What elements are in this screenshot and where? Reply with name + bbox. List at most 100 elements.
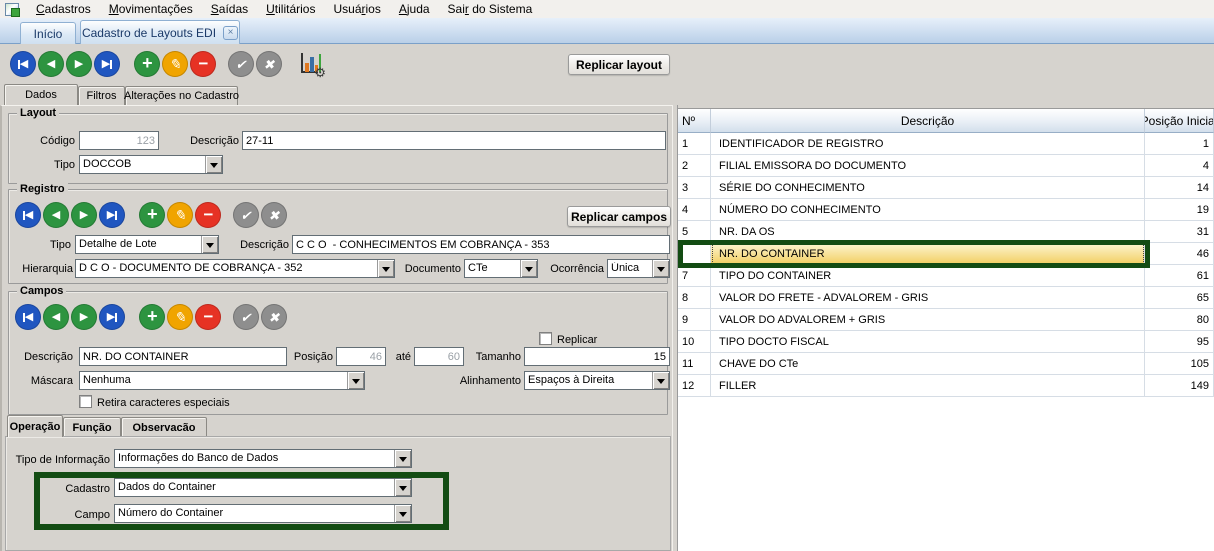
dropdown-arrow-icon[interactable] (520, 260, 537, 277)
menu-saidas[interactable]: Saídas (202, 0, 257, 18)
grid-header-descricao[interactable]: Descrição (711, 109, 1145, 133)
chart-settings-icon[interactable]: ⚙ (298, 51, 324, 77)
replicar-checkbox[interactable] (539, 332, 552, 345)
grid-header-posicao-inicial[interactable]: Posição Inicial (1145, 109, 1214, 133)
layout-tipo-label: Tipo (21, 157, 75, 173)
registro-next-button[interactable]: ▶ (71, 202, 97, 228)
dropdown-arrow-icon[interactable] (347, 372, 364, 389)
dropdown-arrow-icon[interactable] (201, 236, 218, 253)
registro-cancel-button[interactable]: ✖ (261, 202, 287, 228)
registro-first-button[interactable]: ◀ (15, 202, 41, 228)
add-record-button[interactable]: + (134, 51, 160, 77)
registro-delete-button[interactable]: − (195, 202, 221, 228)
grid-row-9[interactable]: 9 VALOR DO ADVALOREM + GRIS 80 (678, 309, 1214, 331)
registro-descricao-field[interactable] (292, 235, 670, 254)
layout-tipo-select[interactable]: DOCCOB (79, 155, 223, 174)
grid-row-12[interactable]: 12 FILLER 149 (678, 375, 1214, 397)
tab-filtros[interactable]: Filtros (78, 86, 125, 105)
tab-alteracoes-no-cadastro[interactable]: Alterações no Cadastro (125, 86, 238, 105)
campos-first-button[interactable]: ◀ (15, 304, 41, 330)
tab-dados[interactable]: Dados (4, 84, 78, 105)
grid-row-3[interactable]: 3 SÉRIE DO CONHECIMENTO 14 (678, 177, 1214, 199)
replicar-checkbox-label: Replicar (557, 332, 617, 348)
registro-last-button[interactable]: ▶ (99, 202, 125, 228)
app-icon (5, 3, 19, 16)
dropdown-arrow-icon[interactable] (377, 260, 394, 277)
grid-row-11[interactable]: 11 CHAVE DO CTe 105 (678, 353, 1214, 375)
grid-row-4[interactable]: 4 NÚMERO DO CONHECIMENTO 19 (678, 199, 1214, 221)
tab-inicio[interactable]: Início (20, 22, 76, 44)
grid-row-2[interactable]: 2 FILIAL EMISSORA DO DOCUMENTO 4 (678, 155, 1214, 177)
menu-bar: Cadastros Movimentações Saídas Utilitári… (0, 0, 1214, 18)
replicar-campos-button[interactable]: Replicar campos (567, 206, 671, 227)
tamanho-field[interactable] (524, 347, 670, 366)
campo-descricao-field[interactable] (79, 347, 287, 366)
grid-header-numero[interactable]: Nº (678, 109, 711, 133)
tipo-informacao-select[interactable]: Informações do Banco de Dados (114, 449, 412, 468)
dropdown-arrow-icon[interactable] (394, 479, 411, 496)
documento-select[interactable]: CTe (464, 259, 538, 278)
dropdown-arrow-icon[interactable] (394, 505, 411, 522)
cadastro-label: Cadastro (8, 481, 110, 497)
app-window: Cadastros Movimentações Saídas Utilitári… (0, 0, 1214, 551)
confirm-button[interactable]: ✔ (228, 51, 254, 77)
tab-funcao[interactable]: Função (63, 417, 121, 437)
dropdown-arrow-icon[interactable] (652, 372, 669, 389)
menu-movimentacoes[interactable]: Movimentações (100, 0, 202, 18)
campos-last-button[interactable]: ▶ (99, 304, 125, 330)
cancel-button[interactable]: ✖ (256, 51, 282, 77)
cadastro-select[interactable]: Dados do Container (114, 478, 412, 497)
campos-next-button[interactable]: ▶ (71, 304, 97, 330)
campos-delete-button[interactable]: − (195, 304, 221, 330)
close-tab-icon[interactable]: × (223, 26, 238, 40)
campos-cancel-button[interactable]: ✖ (261, 304, 287, 330)
layout-descricao-field[interactable] (242, 131, 666, 150)
next-record-button[interactable]: ▶ (66, 51, 92, 77)
ocorrencia-select[interactable]: Única (607, 259, 670, 278)
menu-usuarios[interactable]: Usuários (324, 0, 389, 18)
menu-utilitarios[interactable]: Utilitários (257, 0, 324, 18)
registro-tipo-select[interactable]: Detalhe de Lote (75, 235, 219, 254)
campos-add-button[interactable]: + (139, 304, 165, 330)
ate-field[interactable] (414, 347, 464, 366)
edit-record-button[interactable]: ✎ (162, 51, 188, 77)
campos-confirm-button[interactable]: ✔ (233, 304, 259, 330)
campo-value: Número do Container (118, 507, 392, 519)
hierarquia-select[interactable]: D C O - DOCUMENTO DE COBRANÇA - 352 (75, 259, 395, 278)
layout-group-title: Layout (17, 107, 59, 119)
grid-row-5[interactable]: 5 NR. DA OS 31 (678, 221, 1214, 243)
grid-row-1[interactable]: 1 IDENTIFICADOR DE REGISTRO 1 (678, 133, 1214, 155)
registro-add-button[interactable]: + (139, 202, 165, 228)
first-record-button[interactable]: ◀ (10, 51, 36, 77)
tab-operacao[interactable]: Operação (7, 415, 63, 437)
delete-record-button[interactable]: − (190, 51, 216, 77)
menu-sair[interactable]: Sair do Sistema (439, 0, 542, 18)
grid-row-10[interactable]: 10 TIPO DOCTO FISCAL 95 (678, 331, 1214, 353)
menu-ajuda[interactable]: Ajuda (390, 0, 439, 18)
replicar-layout-button[interactable]: Replicar layout (568, 54, 670, 75)
campo-descricao-label: Descrição (15, 349, 73, 365)
campos-edit-button[interactable]: ✎ (167, 304, 193, 330)
posicao-field[interactable] (336, 347, 386, 366)
tab-observacao[interactable]: Observacão (121, 417, 207, 437)
dropdown-arrow-icon[interactable] (394, 450, 411, 467)
campos-previous-button[interactable]: ◀ (43, 304, 69, 330)
dropdown-arrow-icon[interactable] (205, 156, 222, 173)
mascara-select[interactable]: Nenhuma (79, 371, 365, 390)
tab-cadastro-layouts-edi[interactable]: Cadastro de Layouts EDI × (80, 20, 240, 44)
registro-confirm-button[interactable]: ✔ (233, 202, 259, 228)
grid-row-6-selected[interactable]: 6 NR. DO CONTAINER 46 (678, 243, 1214, 265)
last-record-button[interactable]: ▶ (94, 51, 120, 77)
menu-cadastros[interactable]: Cadastros (27, 0, 100, 18)
codigo-field[interactable] (79, 131, 159, 150)
registro-edit-button[interactable]: ✎ (167, 202, 193, 228)
previous-record-button[interactable]: ◀ (38, 51, 64, 77)
grid-row-7[interactable]: 7 TIPO DO CONTAINER 61 (678, 265, 1214, 287)
campo-select[interactable]: Número do Container (114, 504, 412, 523)
grid-row-8[interactable]: 8 VALOR DO FRETE - ADVALOREM - GRIS 65 (678, 287, 1214, 309)
dropdown-arrow-icon[interactable] (652, 260, 669, 277)
main-toolbar: ◀ ◀ ▶ ▶ + ✎ − ✔ ✖ ⚙ Replicar layout (0, 44, 1214, 84)
registro-previous-button[interactable]: ◀ (43, 202, 69, 228)
alinhamento-select[interactable]: Espaços à Direita (524, 371, 670, 390)
retira-caracteres-checkbox[interactable] (79, 395, 92, 408)
